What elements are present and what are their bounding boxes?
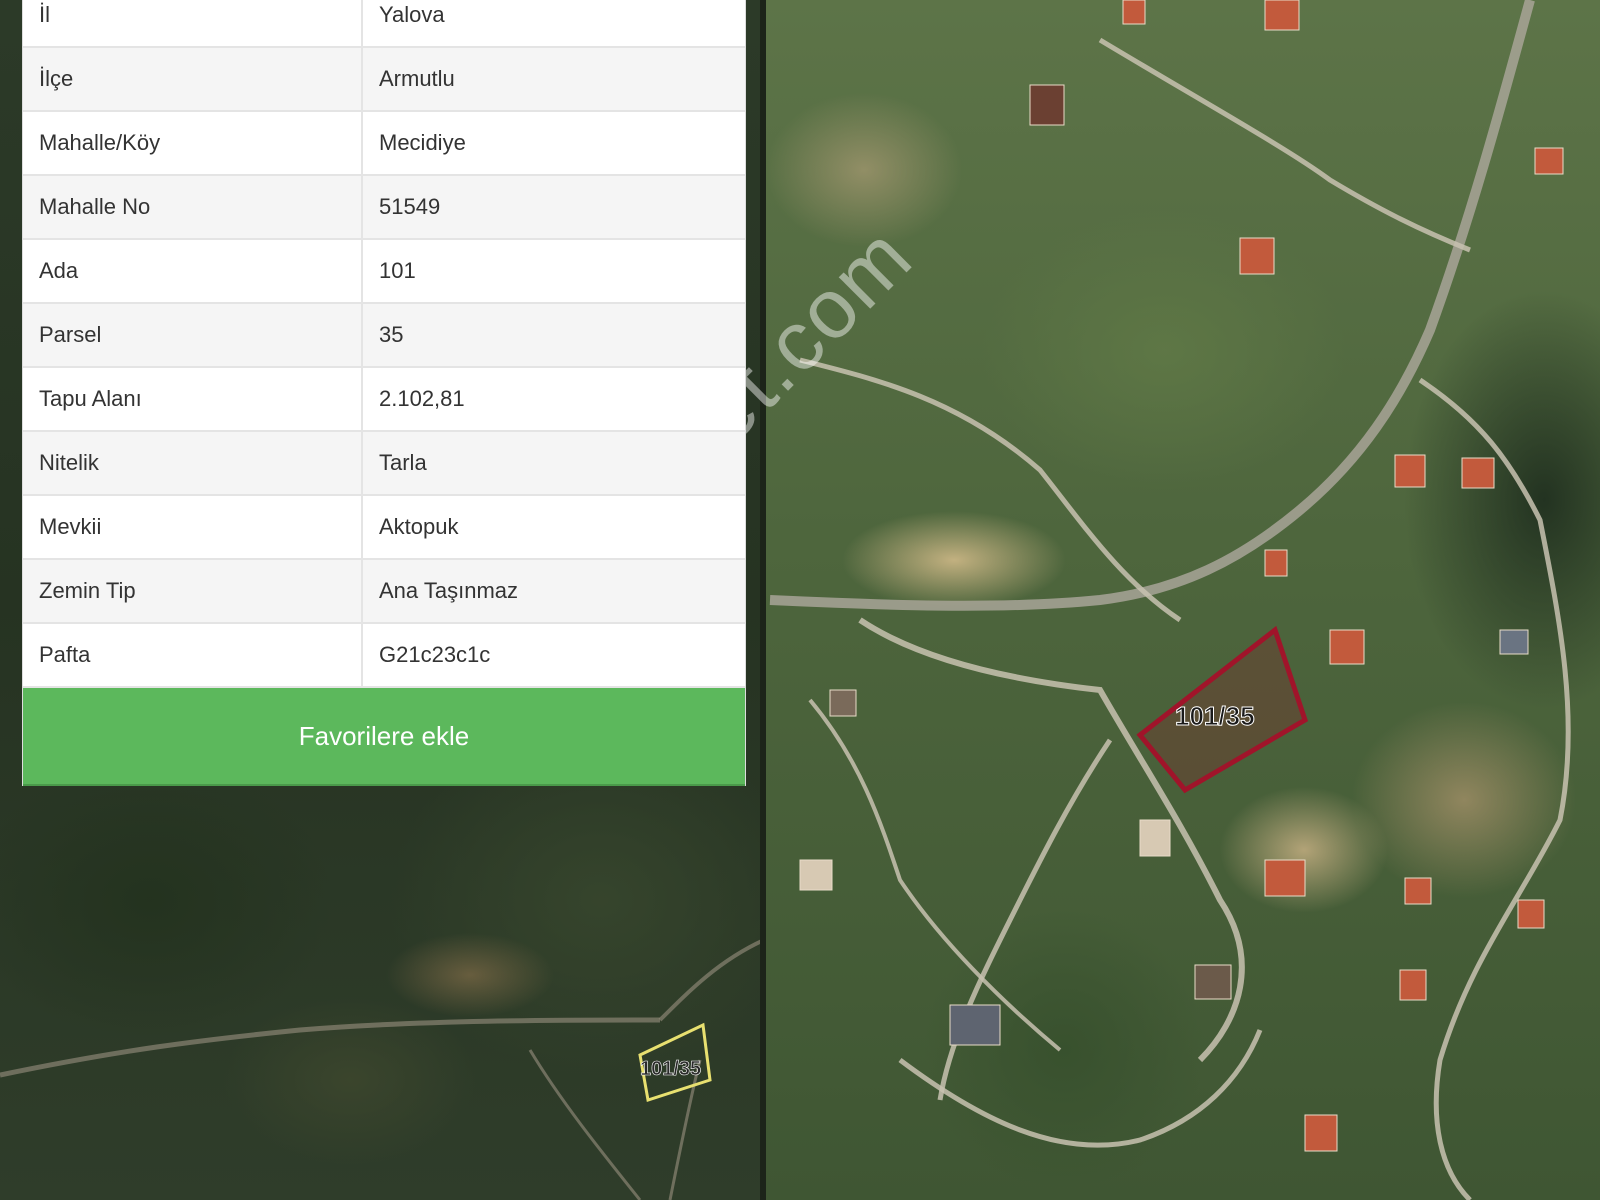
road-lower-branch — [937, 738, 1113, 1101]
row-label: Nitelik — [23, 432, 363, 494]
row-value: G21c23c1c — [379, 642, 491, 667]
road-path-left — [528, 1049, 642, 1200]
row-label: İlçe — [23, 48, 363, 110]
property-table: İl Yalova İlçe Armutlu Mahalle/Köy Mecid… — [23, 0, 745, 688]
row-label: İl — [23, 0, 363, 46]
house-roof — [1461, 457, 1495, 489]
road-branch-left — [658, 938, 765, 1022]
house-roof — [1194, 964, 1232, 1000]
house-roof — [1029, 84, 1065, 126]
house-roof — [949, 1004, 1001, 1046]
row-label: Pafta — [23, 624, 363, 686]
row-label: Mahalle No — [23, 176, 363, 238]
house-roof — [1139, 819, 1171, 857]
table-row: Tapu Alanı 2.102,81 — [23, 368, 745, 432]
house-roof — [1517, 899, 1545, 929]
parcel-label-small: 101/35 — [640, 1058, 701, 1080]
road-path-left-2 — [668, 1059, 702, 1200]
table-row: Ada 101 — [23, 240, 745, 304]
road-lower-left — [808, 698, 1062, 1052]
row-label: Zemin Tip — [23, 560, 363, 622]
row-value: 35 — [379, 322, 404, 347]
add-to-favorites-button[interactable]: Favorilere ekle — [23, 688, 745, 786]
house-roof — [1304, 1114, 1338, 1152]
table-row: İl Yalova — [23, 0, 745, 48]
house-roof — [1499, 629, 1529, 655]
row-value: Ana Taşınmaz — [379, 578, 519, 603]
house-roof — [1264, 859, 1306, 897]
row-label: Parsel — [23, 304, 363, 366]
road-main-left — [0, 1017, 661, 1078]
house-roof — [1264, 0, 1300, 31]
house-roof — [1264, 549, 1288, 577]
table-row: Mahalle/Köy Mecidiye — [23, 112, 745, 176]
row-value: Mecidiye — [379, 130, 466, 155]
house-roof — [1239, 237, 1275, 275]
row-value: Armutlu — [379, 66, 455, 91]
table-row: İlçe Armutlu — [23, 48, 745, 112]
house-roof — [1329, 629, 1365, 665]
road-upper-right — [1098, 37, 1471, 253]
table-row: Pafta G21c23c1c — [23, 624, 745, 688]
row-value: Aktopuk — [379, 514, 459, 539]
house-roof — [1399, 969, 1427, 1001]
row-label: Ada — [23, 240, 363, 302]
house-roof — [1404, 877, 1432, 905]
row-value: Tarla — [379, 450, 427, 475]
house-roof — [829, 689, 857, 717]
row-value: 2.102,81 — [379, 386, 465, 411]
row-label: Mahalle/Köy — [23, 112, 363, 174]
house-roof — [1534, 147, 1564, 175]
parcel-label-large: 101/35 — [1175, 701, 1255, 731]
table-row: Nitelik Tarla — [23, 432, 745, 496]
row-value: Yalova — [379, 2, 445, 27]
road-curve-right — [799, 357, 1182, 623]
map-divider — [760, 0, 766, 1200]
house-roof — [1394, 454, 1426, 488]
table-row: Parsel 35 — [23, 304, 745, 368]
road-east-right — [1418, 377, 1571, 1200]
row-label: Mevkii — [23, 496, 363, 558]
house-roof — [799, 859, 833, 891]
table-row: Mevkii Aktopuk — [23, 496, 745, 560]
row-label: Tapu Alanı — [23, 368, 363, 430]
row-value: 51549 — [379, 194, 441, 219]
row-value: 101 — [379, 258, 416, 283]
table-row: Mahalle No 51549 — [23, 176, 745, 240]
table-row: Zemin Tip Ana Taşınmaz — [23, 560, 745, 624]
house-roof — [1122, 0, 1146, 25]
property-info-panel: İl Yalova İlçe Armutlu Mahalle/Köy Mecid… — [22, 0, 746, 786]
